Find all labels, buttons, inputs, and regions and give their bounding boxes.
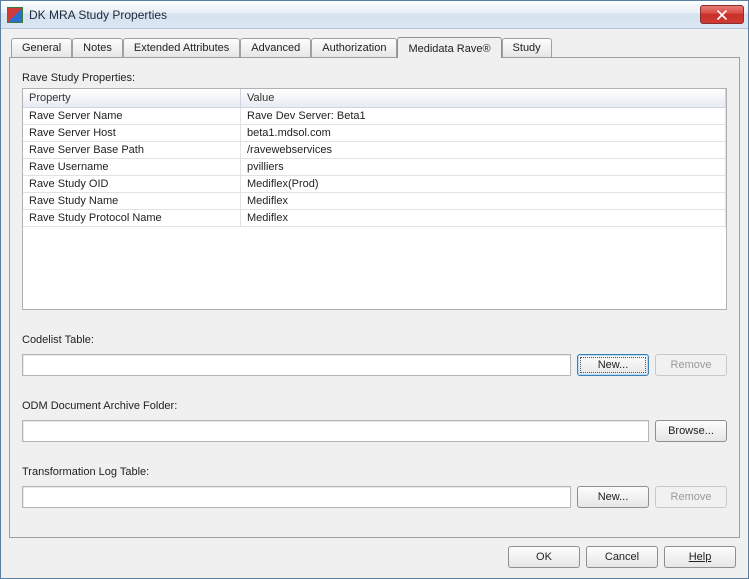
tab-authorization[interactable]: Authorization [311, 38, 397, 57]
cell-property: Rave Study Protocol Name [23, 210, 241, 226]
cell-value[interactable]: Rave Dev Server: Beta1 [241, 108, 726, 124]
cell-property: Rave Study Name [23, 193, 241, 209]
odm-browse-button[interactable]: Browse... [655, 420, 727, 442]
codelist-new-button[interactable]: New... [577, 354, 649, 376]
table-row[interactable]: Rave Study Name Mediflex [23, 193, 726, 210]
tab-general[interactable]: General [11, 38, 72, 57]
tab-study[interactable]: Study [502, 38, 552, 57]
codelist-table-input[interactable] [22, 354, 571, 376]
codelist-remove-button: Remove [655, 354, 727, 376]
log-remove-button: Remove [655, 486, 727, 508]
log-new-button[interactable]: New... [577, 486, 649, 508]
odm-archive-label: ODM Document Archive Folder: [22, 400, 727, 412]
grid-body: Rave Server Name Rave Dev Server: Beta1 … [23, 108, 726, 309]
cell-value[interactable]: /ravewebservices [241, 142, 726, 158]
table-row[interactable]: Rave Username pvilliers [23, 159, 726, 176]
tab-extended-attributes[interactable]: Extended Attributes [123, 38, 240, 57]
table-row[interactable]: Rave Server Base Path /ravewebservices [23, 142, 726, 159]
titlebar: DK MRA Study Properties [1, 1, 748, 29]
grid-header: Property Value [23, 89, 726, 108]
cell-property: Rave Server Host [23, 125, 241, 141]
dialog-button-row: OK Cancel Help [9, 538, 740, 574]
client-area: General Notes Extended Attributes Advanc… [1, 29, 748, 578]
tab-medidata-rave[interactable]: Medidata Rave® [397, 37, 501, 58]
odm-archive-input[interactable] [22, 420, 649, 442]
rave-properties-grid[interactable]: Property Value Rave Server Name Rave Dev… [22, 88, 727, 310]
cell-value[interactable]: Mediflex [241, 210, 726, 226]
log-table-label: Transformation Log Table: [22, 466, 727, 478]
cell-property: Rave Server Base Path [23, 142, 241, 158]
tab-notes[interactable]: Notes [72, 38, 123, 57]
help-button[interactable]: Help [664, 546, 736, 568]
close-icon [717, 10, 727, 20]
ok-button[interactable]: OK [508, 546, 580, 568]
codelist-row: New... Remove [22, 354, 727, 376]
codelist-table-label: Codelist Table: [22, 334, 727, 346]
window-title: DK MRA Study Properties [29, 8, 694, 22]
close-button[interactable] [700, 5, 744, 24]
table-row[interactable]: Rave Study OID Mediflex(Prod) [23, 176, 726, 193]
table-row[interactable]: Rave Server Host beta1.mdsol.com [23, 125, 726, 142]
cell-property: Rave Study OID [23, 176, 241, 192]
tab-panel-medidata-rave: Rave Study Properties: Property Value Ra… [9, 57, 740, 538]
log-table-input[interactable] [22, 486, 571, 508]
cell-value[interactable]: beta1.mdsol.com [241, 125, 726, 141]
cell-property: Rave Server Name [23, 108, 241, 124]
rave-properties-label: Rave Study Properties: [22, 72, 727, 84]
cell-value[interactable]: pvilliers [241, 159, 726, 175]
app-icon [7, 7, 23, 23]
cell-value[interactable]: Mediflex(Prod) [241, 176, 726, 192]
cancel-button[interactable]: Cancel [586, 546, 658, 568]
help-button-label: Help [689, 551, 712, 563]
cell-property: Rave Username [23, 159, 241, 175]
odm-row: Browse... [22, 420, 727, 442]
tab-advanced[interactable]: Advanced [240, 38, 311, 57]
table-row[interactable]: Rave Study Protocol Name Mediflex [23, 210, 726, 227]
dialog-window: DK MRA Study Properties General Notes Ex… [0, 0, 749, 579]
table-row[interactable]: Rave Server Name Rave Dev Server: Beta1 [23, 108, 726, 125]
tab-strip: General Notes Extended Attributes Advanc… [9, 37, 740, 57]
grid-header-value[interactable]: Value [241, 89, 726, 107]
grid-header-property[interactable]: Property [23, 89, 241, 107]
cell-value[interactable]: Mediflex [241, 193, 726, 209]
log-row: New... Remove [22, 486, 727, 508]
